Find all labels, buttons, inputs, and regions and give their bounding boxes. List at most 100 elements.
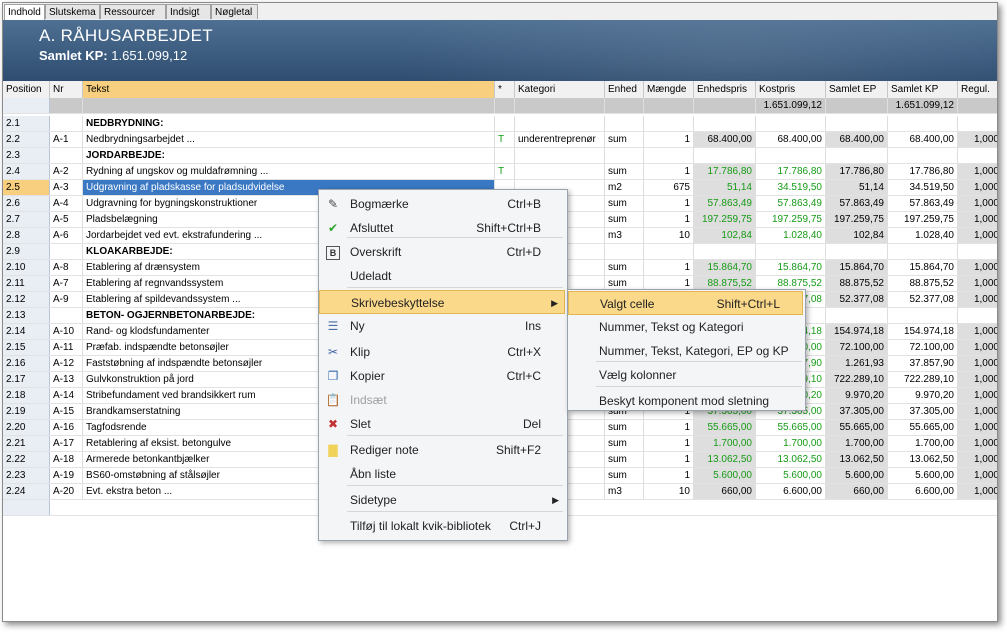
cell-maengde[interactable]: 1 [644, 132, 694, 147]
context-menu-item-kopier[interactable]: ❐ Kopier Ctrl+C [319, 364, 565, 388]
cell-star[interactable]: T [495, 132, 515, 147]
cell-nr[interactable]: A-12 [50, 356, 83, 371]
cell-position[interactable]: 2.11 [3, 276, 50, 291]
cell-samlet-kp[interactable]: 55.665,00 [888, 420, 958, 435]
cell-kostpris[interactable]: 55.665,00 [756, 420, 826, 435]
cell-samlet-ep[interactable]: 660,00 [826, 484, 888, 499]
cell-samlet-ep[interactable]: 154.974,18 [826, 324, 888, 339]
cell-enhed[interactable]: sum [605, 132, 644, 147]
cell-regul[interactable]: 1,000 [958, 324, 997, 339]
cell-enhedspris[interactable]: 102,84 [694, 228, 756, 243]
cell-position[interactable]: 2.4 [3, 164, 50, 179]
cell-position[interactable]: 2.2 [3, 132, 50, 147]
column-header-maengde[interactable]: Mængde [644, 81, 694, 98]
cell-position[interactable]: 2.16 [3, 356, 50, 371]
cell-position[interactable]: 2.17 [3, 372, 50, 387]
cell-nr[interactable]: A-16 [50, 420, 83, 435]
cell-samlet-ep[interactable]: 37.305,00 [826, 404, 888, 419]
cell-maengde[interactable] [644, 148, 694, 163]
cell-kostpris[interactable]: 197.259,75 [756, 212, 826, 227]
cell-samlet-ep[interactable]: 72.100,00 [826, 340, 888, 355]
cell-nr[interactable] [50, 244, 83, 259]
cell-nr[interactable] [50, 116, 83, 131]
submenu-item-valgt-celle[interactable]: Valgt celle Shift+Ctrl+L [568, 291, 803, 315]
cell-enhed[interactable]: m3 [605, 484, 644, 499]
cell-kostpris[interactable]: 17.786,80 [756, 164, 826, 179]
cell-kostpris[interactable]: 1.700,00 [756, 436, 826, 451]
cell-regul[interactable]: 1,000 [958, 468, 997, 483]
cell-enhed[interactable]: sum [605, 436, 644, 451]
cell-samlet-ep[interactable]: 9.970,20 [826, 388, 888, 403]
cell-samlet-ep[interactable] [826, 244, 888, 259]
cell-position[interactable]: 2.8 [3, 228, 50, 243]
cell-samlet-ep[interactable]: 17.786,80 [826, 164, 888, 179]
cell-maengde[interactable]: 1 [644, 196, 694, 211]
cell-regul[interactable]: 1,000 [958, 212, 997, 227]
cell-position[interactable]: 2.15 [3, 340, 50, 355]
cell-position[interactable]: 2.20 [3, 420, 50, 435]
cell-tekst[interactable]: NEDBRYDNING: [83, 116, 495, 131]
cell-maengde[interactable]: 1 [644, 436, 694, 451]
cell-samlet-kp[interactable]: 52.377,08 [888, 292, 958, 307]
cell-kostpris[interactable]: 5.600,00 [756, 468, 826, 483]
submenu-item-vælg-kolonner[interactable]: Vælg kolonner [568, 363, 803, 387]
cell-samlet-ep[interactable]: 1.700,00 [826, 436, 888, 451]
cell-samlet-ep[interactable]: 102,84 [826, 228, 888, 243]
cell-kostpris[interactable]: 1.028,40 [756, 228, 826, 243]
cell-samlet-kp[interactable]: 72.100,00 [888, 340, 958, 355]
cell-regul[interactable]: 1,000 [958, 260, 997, 275]
cell-maengde[interactable]: 1 [644, 468, 694, 483]
cell-enhedspris[interactable]: 68.400,00 [694, 132, 756, 147]
cell-samlet-kp[interactable]: 34.519,50 [888, 180, 958, 195]
cell-tekst[interactable]: JORDARBEJDE: [83, 148, 495, 163]
submenu-item-nummer-tekst-kategori-ep-og-kp[interactable]: Nummer, Tekst, Kategori, EP og KP [568, 339, 803, 363]
cell-samlet-kp[interactable] [888, 244, 958, 259]
cell-nr[interactable]: A-18 [50, 452, 83, 467]
context-menu-item-ny[interactable]: ☰ Ny Ins [319, 314, 565, 338]
cell-regul[interactable]: 1,000 [958, 276, 997, 291]
cell-regul[interactable] [958, 148, 997, 163]
cell-enhed[interactable]: m2 [605, 180, 644, 195]
cell-enhedspris[interactable]: 17.786,80 [694, 164, 756, 179]
cell-enhed[interactable] [605, 116, 644, 131]
cell-regul[interactable] [958, 116, 997, 131]
cell-regul[interactable]: 1,000 [958, 452, 997, 467]
table-row[interactable]: 2.4 A-2 Rydning af ungskov og muldafrømnin… [3, 164, 997, 180]
cell-regul[interactable]: 1,000 [958, 132, 997, 147]
cell-regul[interactable] [958, 244, 997, 259]
cell-kostpris[interactable]: 13.062,50 [756, 452, 826, 467]
cell-kostpris[interactable]: 57.863,49 [756, 196, 826, 211]
cell-nr[interactable]: A-13 [50, 372, 83, 387]
cell-regul[interactable]: 1,000 [958, 196, 997, 211]
cell-position[interactable]: 2.3 [3, 148, 50, 163]
cell-enhed[interactable] [605, 244, 644, 259]
cell-nr[interactable]: A-9 [50, 292, 83, 307]
column-header-tekst[interactable]: Tekst [83, 81, 495, 98]
column-header-enhed[interactable]: Enhed [605, 81, 644, 98]
submenu-item-nummer-tekst-og-kategori[interactable]: Nummer, Tekst og Kategori [568, 315, 803, 339]
cell-enhedspris[interactable] [694, 148, 756, 163]
context-menu-item-skrivebeskyttelse[interactable]: Skrivebeskyttelse ▶ [319, 290, 565, 314]
cell-samlet-ep[interactable]: 68.400,00 [826, 132, 888, 147]
cell-samlet-ep[interactable]: 57.863,49 [826, 196, 888, 211]
cell-nr[interactable]: A-11 [50, 340, 83, 355]
cell-samlet-ep[interactable]: 13.062,50 [826, 452, 888, 467]
cell-enhedspris[interactable]: 197.259,75 [694, 212, 756, 227]
context-menu-item-sidetype[interactable]: Sidetype ▶ [319, 488, 565, 512]
cell-nr[interactable]: A-14 [50, 388, 83, 403]
cell-samlet-ep[interactable] [826, 308, 888, 323]
cell-enhedspris[interactable]: 13.062,50 [694, 452, 756, 467]
cell-maengde[interactable]: 1 [644, 452, 694, 467]
cell-enhed[interactable]: sum [605, 468, 644, 483]
cell-samlet-ep[interactable]: 15.864,70 [826, 260, 888, 275]
cell-nr[interactable]: A-6 [50, 228, 83, 243]
tab-nøgletal[interactable]: Nøgletal [211, 4, 258, 19]
cell-enhed[interactable]: sum [605, 260, 644, 275]
cell-regul[interactable]: 1,000 [958, 404, 997, 419]
cell-enhedspris[interactable]: 51,14 [694, 180, 756, 195]
cell-enhed[interactable] [605, 148, 644, 163]
cell-enhedspris[interactable] [694, 244, 756, 259]
cell-samlet-kp[interactable]: 68.400,00 [888, 132, 958, 147]
context-menu-item-afsluttet[interactable]: ✔ Afsluttet Shift+Ctrl+B [319, 216, 565, 240]
cell-regul[interactable]: 1,000 [958, 388, 997, 403]
